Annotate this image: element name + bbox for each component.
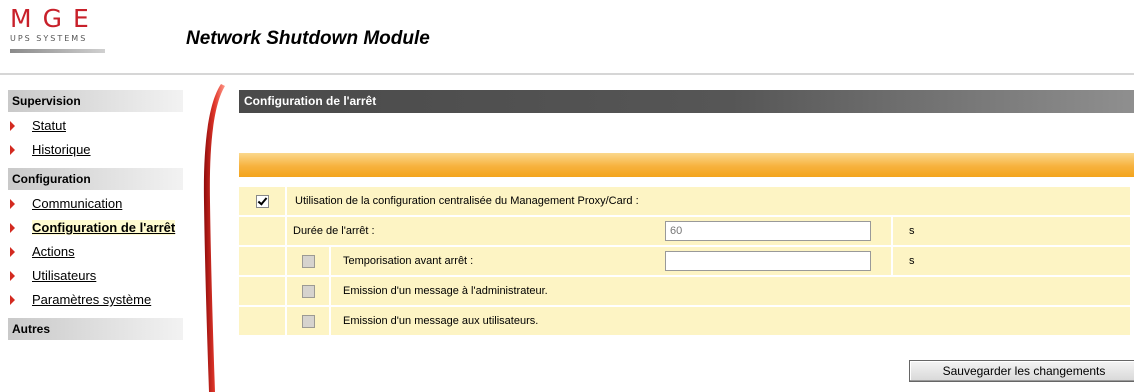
- sidebar-item-parametres-systeme[interactable]: Paramètres système: [8, 292, 183, 308]
- logo-subtitle: UPS SYSTEMS: [10, 34, 88, 43]
- sidebar-item-statut[interactable]: Statut: [8, 118, 183, 134]
- sidebar-group-autres: Autres: [8, 318, 183, 340]
- table-row: Emission d'un message à l'administrateur…: [239, 277, 1130, 305]
- sidebar-heading-supervision: Supervision: [8, 90, 183, 112]
- app-title: Network Shutdown Module: [186, 28, 430, 49]
- header-divider: [0, 73, 1134, 75]
- table-row: Durée de l'arrêt : s: [239, 217, 1130, 245]
- sidebar-heading-configuration: Configuration: [8, 168, 183, 190]
- users-message-label: Emission d'un message aux utilisateurs.: [343, 315, 539, 327]
- admin-message-label: Emission d'un message à l'administrateur…: [343, 285, 548, 297]
- sidebar-item-historique[interactable]: Historique: [8, 142, 183, 158]
- delay-before-shutdown-unit: s: [909, 255, 915, 267]
- delay-before-shutdown-label: Temporisation avant arrêt :: [343, 255, 474, 267]
- admin-message-checkbox[interactable]: [301, 284, 315, 298]
- delay-before-shutdown-checkbox[interactable]: [301, 254, 315, 268]
- sidebar-link-historique[interactable]: Historique: [32, 142, 91, 157]
- centralized-config-label: Utilisation de la configuration centrali…: [295, 195, 639, 207]
- centralized-config-checkbox[interactable]: [255, 194, 269, 208]
- table-row: Utilisation de la configuration centrali…: [239, 187, 1130, 215]
- page-title: Configuration de l'arrêt: [239, 90, 1134, 113]
- sidebar-link-configuration-arret[interactable]: Configuration de l'arrêt: [32, 220, 176, 235]
- red-swoosh-decoration: [203, 84, 225, 392]
- sidebar-item-configuration-arret[interactable]: Configuration de l'arrêt: [8, 220, 183, 236]
- sidebar-item-communication[interactable]: Communication: [8, 196, 183, 212]
- sidebar-link-communication[interactable]: Communication: [32, 196, 122, 211]
- main-panel: Configuration de l'arrêt Utilisation de …: [239, 90, 1134, 382]
- bullet-arrow-icon: [10, 247, 15, 257]
- users-message-checkbox[interactable]: [301, 314, 315, 328]
- sidebar-link-utilisateurs[interactable]: Utilisateurs: [32, 268, 96, 283]
- sidebar-item-actions[interactable]: Actions: [8, 244, 183, 260]
- sidebar-heading-autres: Autres: [8, 318, 183, 340]
- sidebar-link-actions[interactable]: Actions: [32, 244, 75, 259]
- bullet-arrow-icon: [10, 121, 15, 131]
- save-changes-button[interactable]: Sauvegarder les changements: [909, 360, 1134, 382]
- sidebar-link-statut[interactable]: Statut: [32, 118, 66, 133]
- sidebar: Supervision Statut Historique Configurat…: [8, 90, 183, 350]
- bullet-arrow-icon: [10, 295, 15, 305]
- bullet-arrow-icon: [10, 199, 15, 209]
- mge-logo: MGE UPS SYSTEMS: [10, 6, 120, 53]
- table-row: Temporisation avant arrêt : s: [239, 247, 1130, 275]
- delay-before-shutdown-input[interactable]: [665, 251, 871, 271]
- sidebar-group-configuration: Configuration Communication Configuratio…: [8, 168, 183, 308]
- bullet-arrow-icon: [10, 145, 15, 155]
- logo-bar: [10, 49, 105, 53]
- shutdown-config-table: Utilisation de la configuration centrali…: [239, 185, 1130, 337]
- sidebar-group-supervision: Supervision Statut Historique: [8, 90, 183, 158]
- shutdown-duration-unit: s: [909, 225, 915, 237]
- shutdown-duration-label: Durée de l'arrêt :: [293, 225, 375, 237]
- bullet-arrow-icon: [10, 271, 15, 281]
- sidebar-item-utilisateurs[interactable]: Utilisateurs: [8, 268, 183, 284]
- section-header-bar: [239, 153, 1134, 177]
- logo-text: MGE: [10, 4, 100, 33]
- table-row: Emission d'un message aux utilisateurs.: [239, 307, 1130, 335]
- bullet-arrow-icon: [10, 223, 15, 233]
- sidebar-link-parametres-systeme[interactable]: Paramètres système: [32, 292, 151, 307]
- shutdown-duration-input[interactable]: [665, 221, 871, 241]
